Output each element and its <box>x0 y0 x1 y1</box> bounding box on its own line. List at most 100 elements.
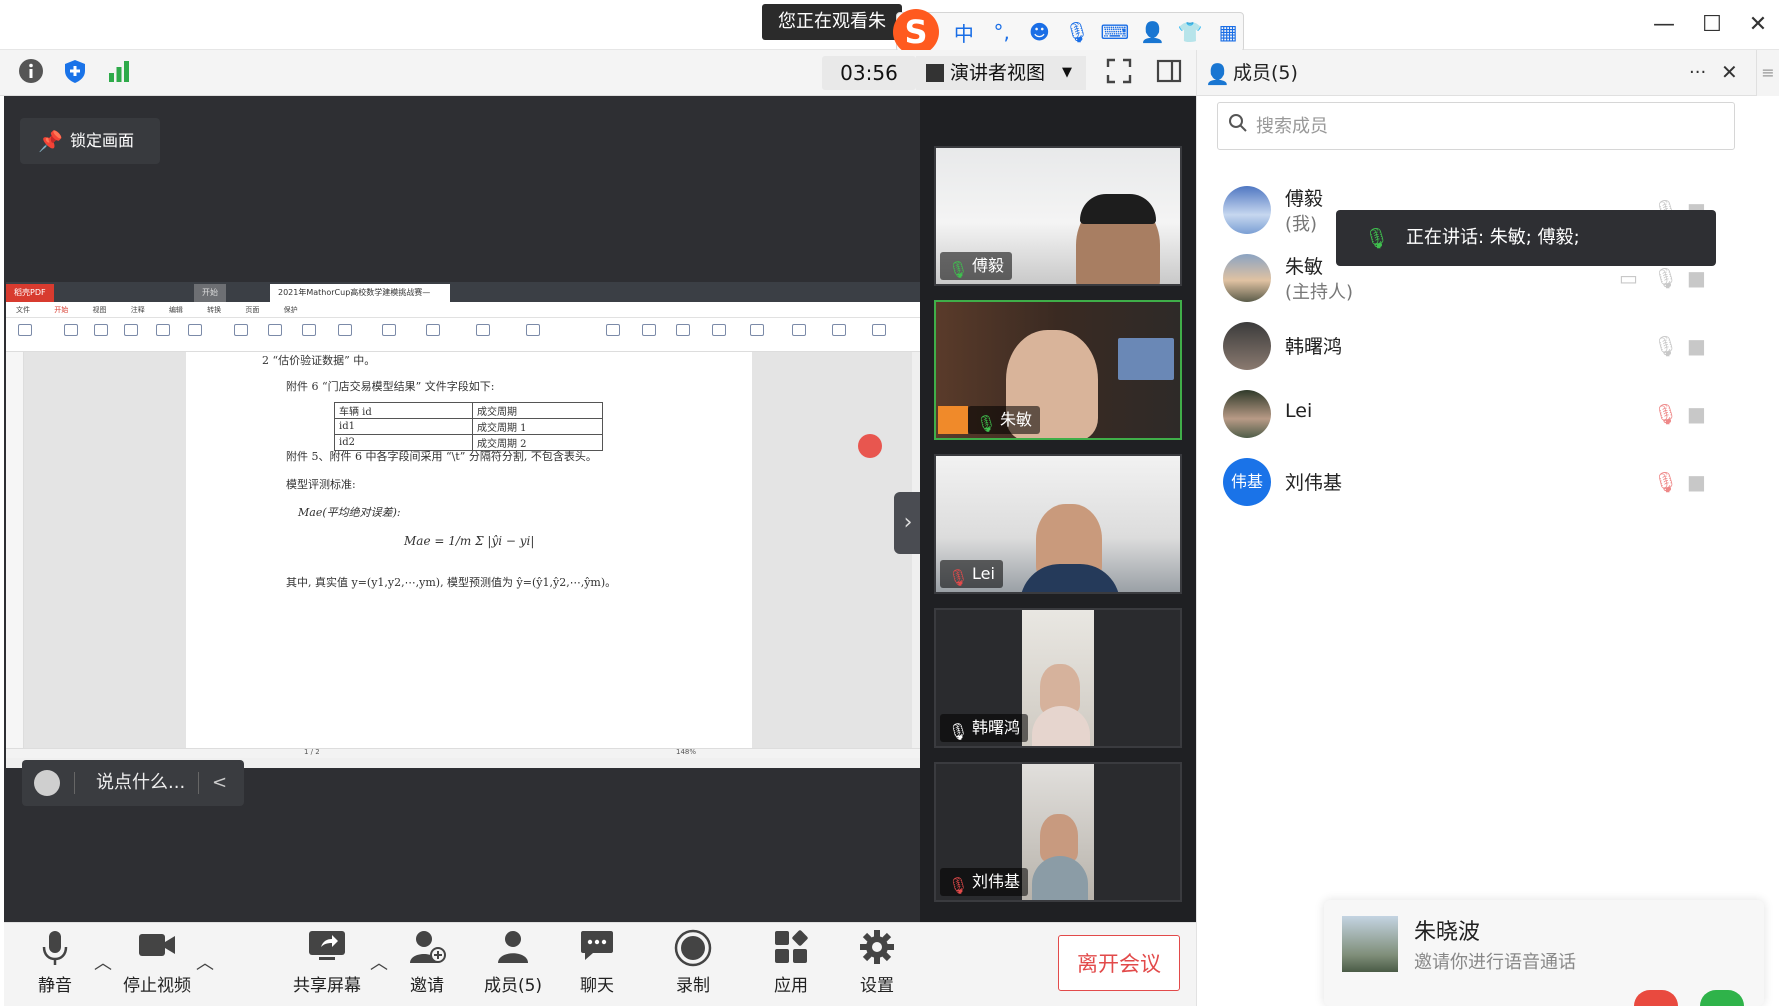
pdf-menu-start[interactable]: 开始 <box>54 306 68 314</box>
video-tile-active-speaker[interactable]: 🎙 朱敏 <box>934 300 1182 440</box>
signal-icon[interactable] <box>104 58 134 88</box>
view-mode-select[interactable]: 演讲者视图 ▼ <box>916 56 1086 90</box>
minimize-button[interactable]: — <box>1646 10 1682 40</box>
table-cell: 成交周期 1 <box>472 418 603 435</box>
mic-muted-icon[interactable]: 🎙 <box>1653 470 1678 494</box>
sogou-logo-icon[interactable]: S <box>893 9 939 55</box>
mute-button[interactable]: 静音 <box>10 929 100 1001</box>
chevron-up-icon[interactable]: ︿ <box>94 949 112 975</box>
apps-button[interactable]: 应用 <box>746 929 836 1001</box>
decline-call-button[interactable] <box>1634 990 1678 1006</box>
chat-placeholder[interactable]: 说点什么... <box>96 760 185 806</box>
avatar <box>1223 390 1271 438</box>
video-name: 刘伟基 <box>972 872 1021 891</box>
pdf-tab-bar: 稻壳PDF 开始 2021年MathorCup高校数学建模挑战赛— <box>6 282 920 302</box>
accept-call-button[interactable] <box>1700 990 1744 1006</box>
members-label: 成员(5) <box>483 976 543 996</box>
shared-pdf-window[interactable]: 稻壳PDF 开始 2021年MathorCup高校数学建模挑战赛— 文件 开始 … <box>6 282 920 768</box>
emoji-icon[interactable] <box>34 770 60 796</box>
close-panel-button[interactable]: ✕ <box>1721 60 1738 84</box>
ime-keyboard-icon[interactable]: ⌨ <box>1100 20 1130 44</box>
ime-user-icon[interactable]: 👤 <box>1138 20 1168 44</box>
pdf-document-tab[interactable]: 2021年MathorCup高校数学建模挑战赛— <box>270 284 450 302</box>
mic-icon[interactable]: 🎙 <box>1653 334 1678 358</box>
member-item[interactable]: Lei 🎙 ■ <box>1223 384 1743 444</box>
mute-label: 静音 <box>38 976 72 996</box>
ime-toolbar[interactable]: S 中 °, ☻ 🎙 ⌨ 👤 👕 ▦ <box>893 9 1244 55</box>
screen-share-icon: ▭ <box>1619 266 1638 290</box>
pdf-menu-edit[interactable]: 编辑 <box>169 306 183 314</box>
member-search[interactable] <box>1217 102 1735 150</box>
mic-muted-icon[interactable]: 🎙 <box>1653 402 1678 426</box>
member-item[interactable]: 韩曙鸿 🎙 ■ <box>1223 316 1743 376</box>
caller-avatar <box>1342 916 1398 972</box>
layout-toggle-icon[interactable] <box>1154 58 1184 88</box>
settings-button[interactable]: 设置 <box>832 929 922 1001</box>
ime-punctuation-icon[interactable]: °, <box>987 20 1017 44</box>
speaking-text: 正在讲话: 朱敏; 傅毅; <box>1406 227 1580 248</box>
chat-bubble-icon <box>552 929 642 969</box>
pdf-menu-file[interactable]: 文件 <box>16 306 30 314</box>
member-name: 傅毅 <box>1285 188 1324 210</box>
shield-icon[interactable] <box>60 58 90 88</box>
pdf-menu-view[interactable]: 视图 <box>92 306 106 314</box>
mic-icon[interactable]: 🎙 <box>1653 266 1678 290</box>
ime-voice-icon[interactable]: 🎙 <box>1062 20 1092 44</box>
pdf-app-tab[interactable]: 稻壳PDF <box>6 284 54 302</box>
pdf-menu-convert[interactable]: 转换 <box>207 306 221 314</box>
collapse-video-panel-button[interactable]: › <box>894 492 922 554</box>
call-invitation[interactable]: 朱晓波 邀请你进行语音通话 <box>1324 900 1764 1006</box>
fullscreen-icon[interactable] <box>1104 58 1134 88</box>
member-item[interactable]: 伟基 刘伟基 🎙 ■ <box>1223 452 1743 512</box>
camera-icon[interactable]: ■ <box>1687 334 1706 358</box>
video-camera-icon <box>112 929 202 969</box>
camera-icon[interactable]: ■ <box>1687 266 1706 290</box>
close-window-button[interactable]: ✕ <box>1740 10 1776 40</box>
pdf-line: 附件 5、附件 6 中各字段间采用 “\t” 分隔符分割, 不包含表头。 <box>286 450 597 463</box>
search-icon <box>1228 113 1248 138</box>
table-cell: id1 <box>334 418 473 435</box>
chat-input-bar[interactable]: 说点什么... < <box>22 760 244 806</box>
pdf-page-indicator[interactable]: 1 / 2 <box>304 748 320 756</box>
video-tile[interactable]: 🎙 韩曙鸿 <box>934 608 1182 748</box>
pdf-menu-annotate[interactable]: 注释 <box>131 306 145 314</box>
stop-video-button[interactable]: 停止视频 <box>112 929 202 1001</box>
ime-skin-icon[interactable]: 👕 <box>1176 20 1206 44</box>
video-name: 韩曙鸿 <box>972 718 1021 737</box>
members-panel-header: 👤 成员(5) ··· ✕ <box>1197 50 1756 96</box>
maximize-button[interactable]: ☐ <box>1694 10 1730 40</box>
camera-icon[interactable]: ■ <box>1687 470 1706 494</box>
pdf-zoom-level[interactable]: 148% <box>676 748 696 756</box>
chevron-left-icon[interactable]: < <box>212 760 227 806</box>
avatar <box>1223 186 1271 234</box>
pdf-menu-protect[interactable]: 保护 <box>284 306 298 314</box>
member-role: (我) <box>1285 214 1318 235</box>
record-button[interactable]: 录制 <box>648 929 738 1001</box>
share-screen-button[interactable]: 共享屏幕 <box>282 929 372 1001</box>
video-tile[interactable]: 🎙 傅毅 <box>934 146 1182 286</box>
chevron-up-icon[interactable]: ︿ <box>196 949 214 975</box>
info-icon[interactable] <box>16 58 46 88</box>
members-button[interactable]: 成员(5) <box>468 929 558 1001</box>
menu-icon[interactable]: ≡ <box>1756 50 1779 96</box>
video-tile[interactable]: 🎙 Lei <box>934 454 1182 594</box>
meeting-toolbar: 03:56 演讲者视图 ▼ <box>0 50 1200 96</box>
more-options-button[interactable]: ··· <box>1689 62 1706 83</box>
ime-emoji-icon[interactable]: ☻ <box>1025 20 1055 44</box>
pdf-side-toolbar[interactable] <box>6 352 24 758</box>
ime-apps-icon[interactable]: ▦ <box>1213 20 1243 44</box>
video-name: Lei <box>972 564 995 583</box>
search-input[interactable] <box>1256 111 1716 141</box>
watching-notice: 您正在观看朱 <box>762 4 902 40</box>
pdf-home-tab[interactable]: 开始 <box>194 284 226 302</box>
pdf-menu-page[interactable]: 页面 <box>245 306 259 314</box>
lock-view-button[interactable]: 📌 锁定画面 <box>20 118 160 164</box>
pdf-float-button[interactable] <box>858 434 882 458</box>
leave-meeting-button[interactable]: 离开会议 <box>1058 935 1180 991</box>
caller-name: 朱晓波 <box>1414 920 1481 945</box>
chat-button[interactable]: 聊天 <box>552 929 642 1001</box>
video-tile[interactable]: 🎙 刘伟基 <box>934 762 1182 902</box>
camera-icon[interactable]: ■ <box>1687 402 1706 426</box>
ime-chinese-icon[interactable]: 中 <box>949 18 979 47</box>
invite-button[interactable]: 邀请 <box>382 929 472 1001</box>
